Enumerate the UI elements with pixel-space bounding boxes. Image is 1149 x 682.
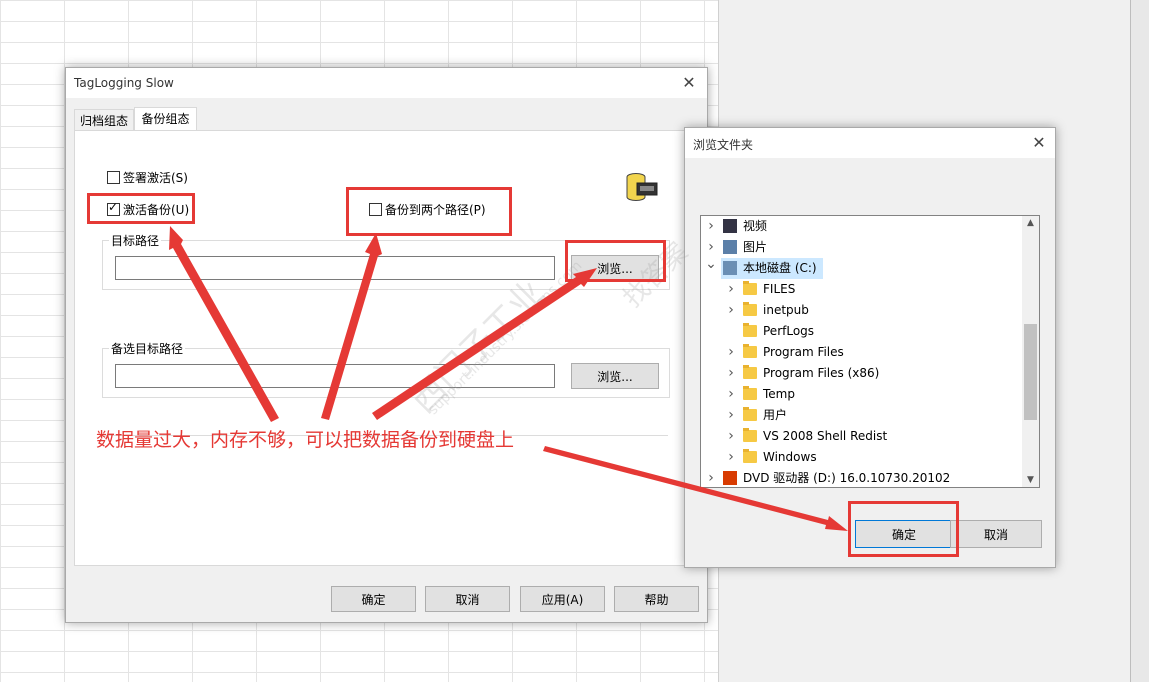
arrow-to-activate-backup: [169, 226, 279, 422]
arrow-to-browse-ok: [543, 446, 848, 531]
arrow-to-two-paths: [321, 233, 382, 420]
arrow-to-browse-button: [372, 268, 597, 420]
annotation-arrows: [169, 226, 848, 531]
annotation-text: 数据量过大，内存不够，可以把数据备份到硬盘上: [96, 429, 515, 451]
